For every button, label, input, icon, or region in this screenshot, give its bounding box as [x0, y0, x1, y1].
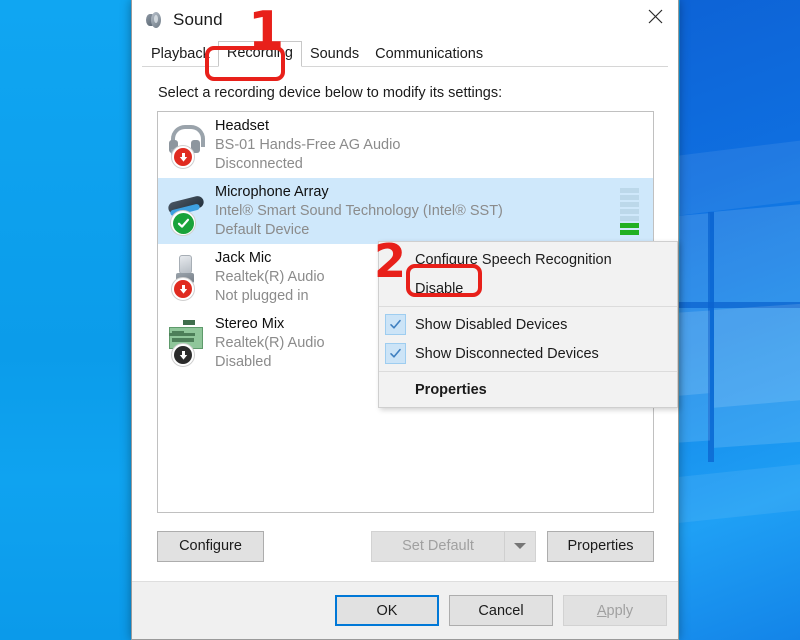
menu-item-label: Properties [415, 381, 487, 398]
menu-separator [379, 371, 677, 372]
wallpaper-band-lower [670, 462, 800, 524]
red-down-arrow-badge [171, 145, 195, 169]
ok-button[interactable]: OK [335, 595, 439, 626]
dialog-footer: OK Cancel Apply [132, 581, 678, 639]
checkmark-icon [385, 343, 406, 364]
wallpaper-left-region [0, 0, 140, 640]
device-status: Disconnected [215, 155, 303, 172]
green-check-badge [170, 210, 196, 236]
chevron-down-icon[interactable] [505, 532, 535, 561]
menu-item-properties[interactable]: Properties [379, 375, 677, 404]
set-default-label: Set Default [372, 531, 505, 561]
menu-item-configure-speech-recognition[interactable]: Configure Speech Recognition [379, 245, 677, 274]
menu-item-label: Disable [415, 280, 464, 297]
set-default-button[interactable]: Set Default [371, 530, 536, 562]
menu-item-label: Show Disconnected Devices [415, 345, 599, 362]
apply-label-rest: pply [606, 602, 634, 619]
device-driver: BS-01 Hands-Free AG Audio [215, 136, 401, 153]
menu-item-show-disconnected-devices[interactable]: Show Disconnected Devices [379, 339, 677, 368]
instruction-text: Select a recording device below to modif… [158, 85, 503, 101]
device-name: Headset [215, 117, 270, 134]
action-button-row: Configure Set Default Properties [157, 529, 654, 563]
wallpaper-pane-bottom-right [714, 302, 800, 448]
properties-button[interactable]: Properties [547, 530, 654, 562]
headset-icon [165, 119, 211, 171]
menu-item-show-disabled-devices[interactable]: Show Disabled Devices [379, 310, 677, 339]
black-down-arrow-badge [171, 343, 195, 367]
menu-item-label: Show Disabled Devices [415, 316, 568, 333]
configure-button[interactable]: Configure [157, 530, 264, 562]
device-row-microphone-array[interactable]: Microphone Array Intel® Smart Sound Tech… [158, 178, 653, 244]
jack-mic-icon [165, 251, 211, 303]
tab-recording[interactable]: Recording [217, 41, 302, 67]
microphone-array-icon [165, 185, 211, 237]
menu-item-disable[interactable]: Disable [379, 274, 677, 303]
tab-strip: Playback Recording Sounds Communications [132, 39, 678, 67]
checkmark-icon [385, 314, 406, 335]
device-driver: Intel® Smart Sound Technology (Intel® SS… [215, 202, 503, 219]
sound-card-icon [165, 317, 211, 369]
menu-item-label: Configure Speech Recognition [415, 251, 612, 268]
device-name: Jack Mic [215, 249, 272, 266]
device-driver: Realtek(R) Audio [215, 334, 325, 351]
volume-meter [620, 187, 639, 235]
device-name: Stereo Mix [215, 315, 285, 332]
close-icon[interactable] [632, 0, 678, 32]
tab-playback[interactable]: Playback [143, 43, 218, 67]
device-status: Not plugged in [215, 287, 309, 304]
speaker-icon [145, 11, 163, 29]
wallpaper-right-region [666, 0, 800, 640]
device-name: Microphone Array [215, 183, 329, 200]
apply-button: Apply [563, 595, 667, 626]
device-driver: Realtek(R) Audio [215, 268, 325, 285]
window-title: Sound [173, 9, 223, 29]
device-status: Default Device [215, 221, 310, 238]
tab-sounds[interactable]: Sounds [302, 43, 367, 67]
menu-separator [379, 306, 677, 307]
device-status: Disabled [215, 353, 272, 370]
context-menu[interactable]: Configure Speech Recognition Disable Sho… [378, 241, 678, 408]
red-down-arrow-badge [171, 277, 195, 301]
title-bar: Sound [132, 0, 678, 39]
cancel-button[interactable]: Cancel [449, 595, 553, 626]
device-row-headset[interactable]: Headset BS-01 Hands-Free AG Audio Discon… [158, 112, 653, 178]
tab-communications[interactable]: Communications [367, 43, 491, 67]
